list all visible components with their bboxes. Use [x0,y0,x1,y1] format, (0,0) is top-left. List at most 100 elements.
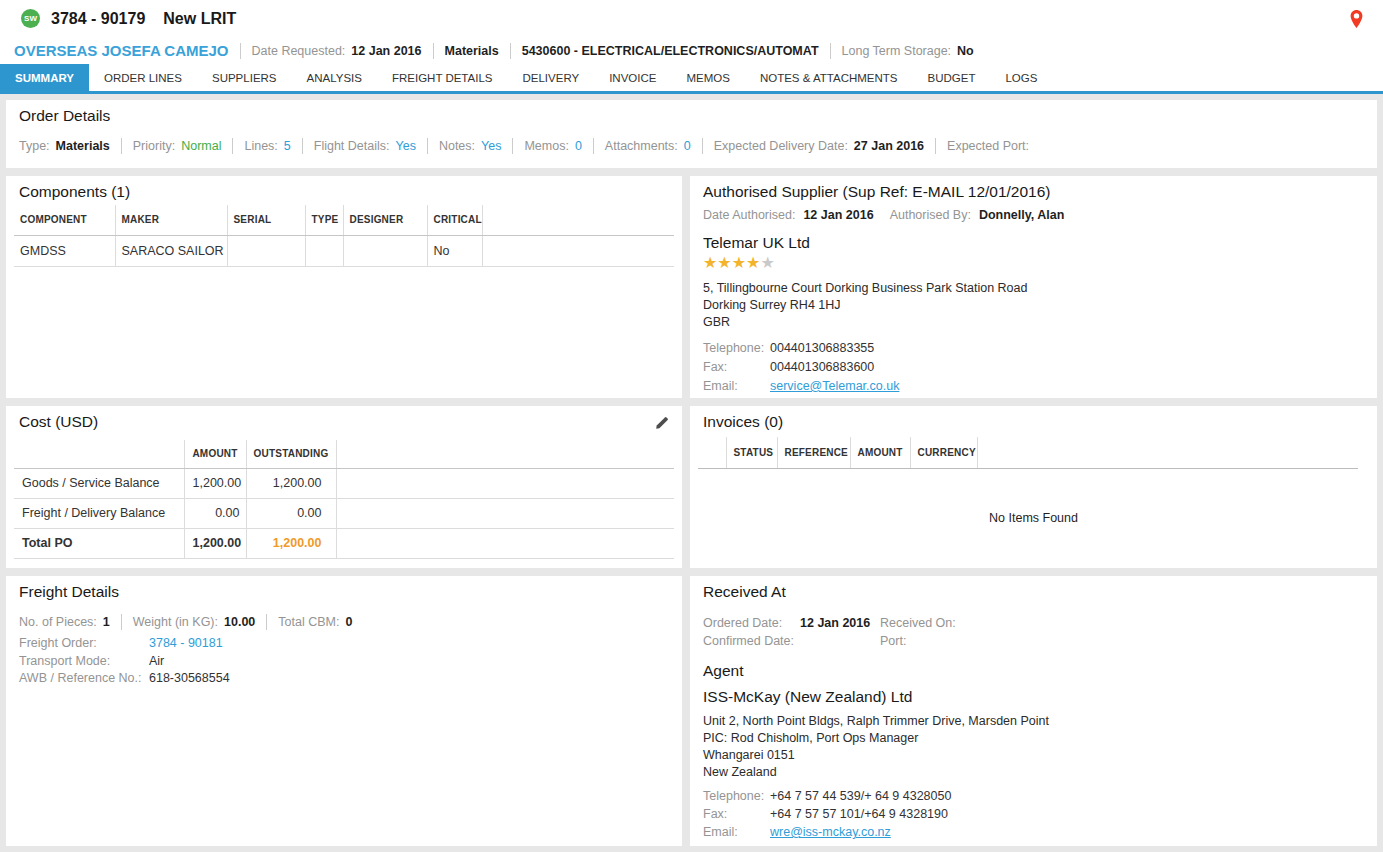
edit-cost-icon[interactable] [654,415,670,434]
email-row: Email:service@Telemar.co.uk [703,377,1364,396]
received-fields: Ordered Date: 12 Jan 2016 Received On: C… [690,614,1377,650]
cell-designer [343,235,427,266]
freight-order-row: Freight Order:3784 - 90181 [19,635,669,653]
address-line: Whangarei 0151 [703,747,1364,764]
freight-rows: Freight Order:3784 - 90181 Transport Mod… [6,635,682,688]
component-row[interactable]: GMDSS SARACO SAILOR No [14,235,674,266]
tab-bar: SUMMARYORDER LINESSUPPLIERSANALYSISFREIG… [0,64,1383,94]
attachments-value[interactable]: 0 [684,139,691,153]
telephone-label: Telephone: [703,339,770,358]
weight-label: Weight (in KG): [133,615,218,629]
freight-order-link[interactable]: 3784 - 90181 [149,636,223,650]
tab-invoice[interactable]: INVOICE [594,64,671,91]
notes-label: Notes: [439,139,475,153]
star-icon: ★ [746,254,760,271]
col-serial: SERIAL [227,205,305,235]
telephone-row: Telephone:+64 7 57 44 539/+ 64 9 4328050 [703,787,1364,805]
no-items-text: No Items Found [690,511,1377,525]
fax-value: 004401306883600 [770,360,874,374]
cost-total-amount: 1,200.00 [184,528,246,558]
tab-summary[interactable]: SUMMARY [0,64,89,91]
ordered-date-label: Ordered Date: [703,614,800,632]
tab-budget[interactable]: BUDGET [913,64,991,91]
type-label: Type: [19,139,50,153]
cost-title: Cost (USD) [6,406,682,432]
fax-label: Fax: [703,358,770,377]
cell-critical: No [427,235,482,266]
confirmed-date-label: Confirmed Date: [703,632,800,650]
invoices-panel: Invoices (0) STATUS REFERENCE AMOUNT CUR… [690,406,1377,568]
agent-name: ISS-McKay (New Zealand) Ltd [690,688,1377,706]
content: Order Details Type: Materials Priority: … [0,94,1383,852]
cost-total-row: Total PO 1,200.00 1,200.00 [14,528,674,558]
divider [935,138,936,154]
components-table: COMPONENT MAKER SERIAL TYPE DESIGNER CRI… [14,205,674,267]
received-on-label: Received On: [880,614,1364,632]
address-line: 5, Tillingbourne Court Dorking Business … [703,280,1364,297]
flight-details-value[interactable]: Yes [396,139,416,153]
components-header-row: COMPONENT MAKER SERIAL TYPE DESIGNER CRI… [14,205,674,235]
tab-delivery[interactable]: DELIVERY [507,64,594,91]
date-requested-value: 12 Jan 2016 [351,44,421,58]
supplier-contacts: Telephone:004401306883355 Fax:0044013068… [690,339,1377,396]
vessel-row: OVERSEAS JOSEFA CAMEJO Date Requested: 1… [0,37,1383,64]
location-pin-icon[interactable] [1350,10,1363,31]
col-type: TYPE [305,205,343,235]
email-label: Email: [703,823,770,841]
tab-memos[interactable]: MEMOS [671,64,744,91]
long-term-storage-value: No [957,44,974,58]
transport-mode-label: Transport Mode: [19,653,149,671]
divider [427,138,428,154]
flight-details-label: Flight Details: [314,139,390,153]
tab-suppliers[interactable]: SUPPLIERS [197,64,292,91]
tab-order-lines[interactable]: ORDER LINES [89,64,197,91]
cost-panel: Cost (USD) AMOUNT OUTSTANDING Goods / S [6,406,682,568]
long-term-storage-label: Long Term Storage: [842,44,952,58]
address-line: Unit 2, North Point Bldgs, Ralph Trimmer… [703,713,1364,730]
tab-notes-attachments[interactable]: NOTES & ATTACHMENTS [745,64,913,91]
awb-label: AWB / Reference No.: [19,670,149,688]
supplier-email-link[interactable]: service@Telemar.co.uk [770,379,899,393]
divider [593,138,594,154]
po-number: 3784 - 90179 [51,10,145,28]
freight-details-title: Freight Details [6,576,682,602]
lines-value[interactable]: 5 [284,139,291,153]
cbm-value: 0 [345,615,352,629]
address-line: GBR [703,314,1364,331]
expected-delivery-date-value: 27 Jan 2016 [854,139,924,153]
date-requested-label: Date Requested: [252,44,346,58]
tab-logs[interactable]: LOGS [990,64,1052,91]
agent-email-link[interactable]: wre@iss-mckay.co.nz [770,825,891,839]
address-line: Dorking Surrey RH4 1HJ [703,297,1364,314]
notes-value[interactable]: Yes [481,139,501,153]
window-header: SW 3784 - 90179 New LRIT OVERSEAS JOSEFA… [0,0,1383,94]
page-title: New LRIT [163,10,236,28]
tab-freight-details[interactable]: FREIGHT DETAILS [377,64,508,91]
expected-port-label: Expected Port: [947,139,1029,153]
col-outstanding: OUTSTANDING [246,440,336,468]
order-details-title: Order Details [6,100,1377,126]
col-empty [14,440,184,468]
address-line: New Zealand [703,764,1364,781]
tab-analysis[interactable]: ANALYSIS [292,64,377,91]
authorised-by-value: Donnelly, Alan [979,208,1064,222]
lines-label: Lines: [244,139,277,153]
fax-value: +64 7 57 57 101/+64 9 4328190 [770,807,948,821]
cell-type [305,235,343,266]
vessel-link[interactable]: OVERSEAS JOSEFA CAMEJO [14,42,229,59]
authorised-supplier-title: Authorised Supplier (Sup Ref: E-MAIL 12/… [690,176,1377,202]
memos-value[interactable]: 0 [575,139,582,153]
app-badge: SW [21,9,40,28]
divider [240,43,241,59]
transport-mode-value: Air [149,654,164,668]
telephone-value: 004401306883355 [770,341,874,355]
cost-total-outstanding: 1,200.00 [246,528,336,558]
confirmed-date-value [800,632,880,650]
star-icon: ★ [717,254,731,271]
date-authorised-value: 12 Jan 2016 [803,208,873,222]
date-authorised-label: Date Authorised: [703,208,795,222]
category-value: 5430600 - ELECTRICAL/ELECTRONICS/AUTOMAT [522,44,819,58]
col-status: STATUS [726,437,777,468]
fax-row: Fax:+64 7 57 57 101/+64 9 4328190 [703,805,1364,823]
supplier-name: Telemar UK Ltd [690,234,1377,252]
